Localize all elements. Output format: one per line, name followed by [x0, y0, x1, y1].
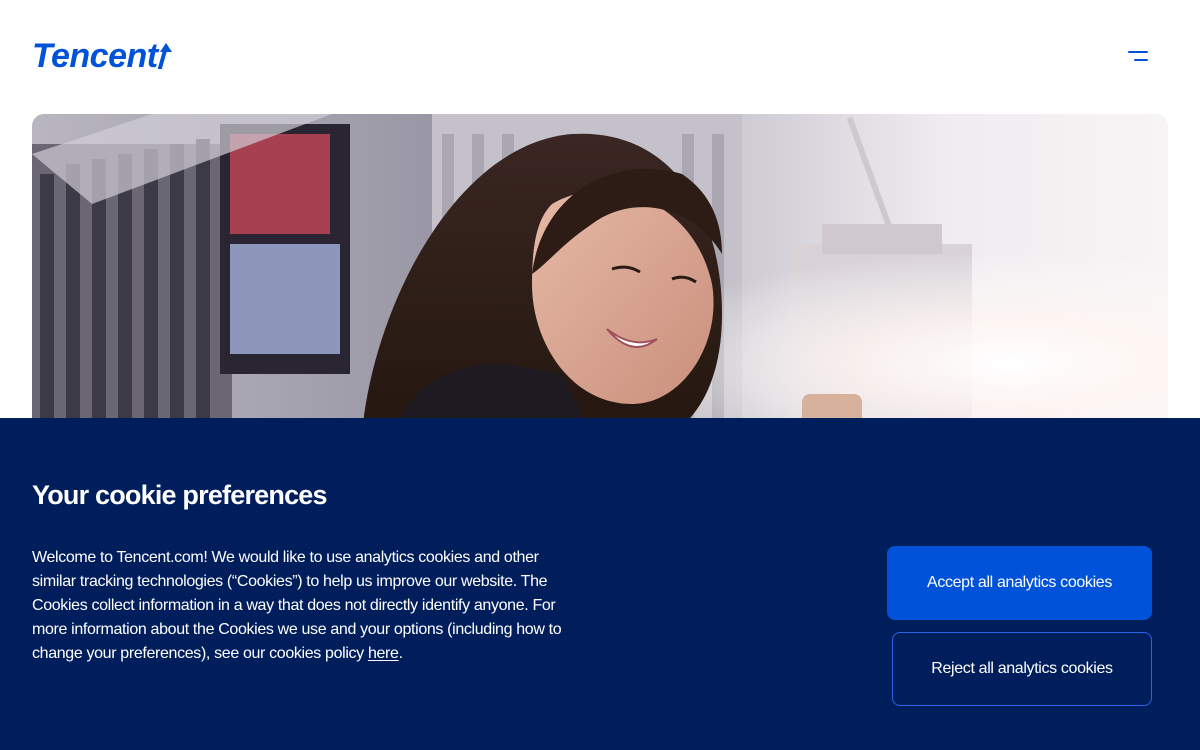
reject-cookies-button[interactable]: Reject all analytics cookies — [892, 632, 1152, 706]
logo-text: Tencent — [32, 37, 158, 75]
cookie-banner-title: Your cookie preferences — [32, 480, 328, 510]
cookie-text-period: . — [398, 645, 403, 662]
menu-button[interactable] — [1120, 42, 1156, 72]
smiling-woman-city-photo — [32, 114, 1168, 434]
cookie-banner-text: Welcome to Tencent.com! We would like to… — [32, 546, 577, 666]
site-header: Tencent — [0, 0, 1200, 114]
accept-cookies-button[interactable]: Accept all analytics cookies — [887, 546, 1152, 620]
cookie-body-text: Welcome to Tencent.com! We would like to… — [32, 549, 562, 662]
tencent-logo[interactable]: Tencent — [32, 36, 173, 78]
cookie-banner: Your cookie preferences Welcome to Tence… — [0, 418, 1200, 750]
hero-image — [32, 114, 1168, 434]
cookie-policy-link[interactable]: here — [368, 645, 399, 662]
tencent-arrow-icon — [155, 38, 173, 78]
